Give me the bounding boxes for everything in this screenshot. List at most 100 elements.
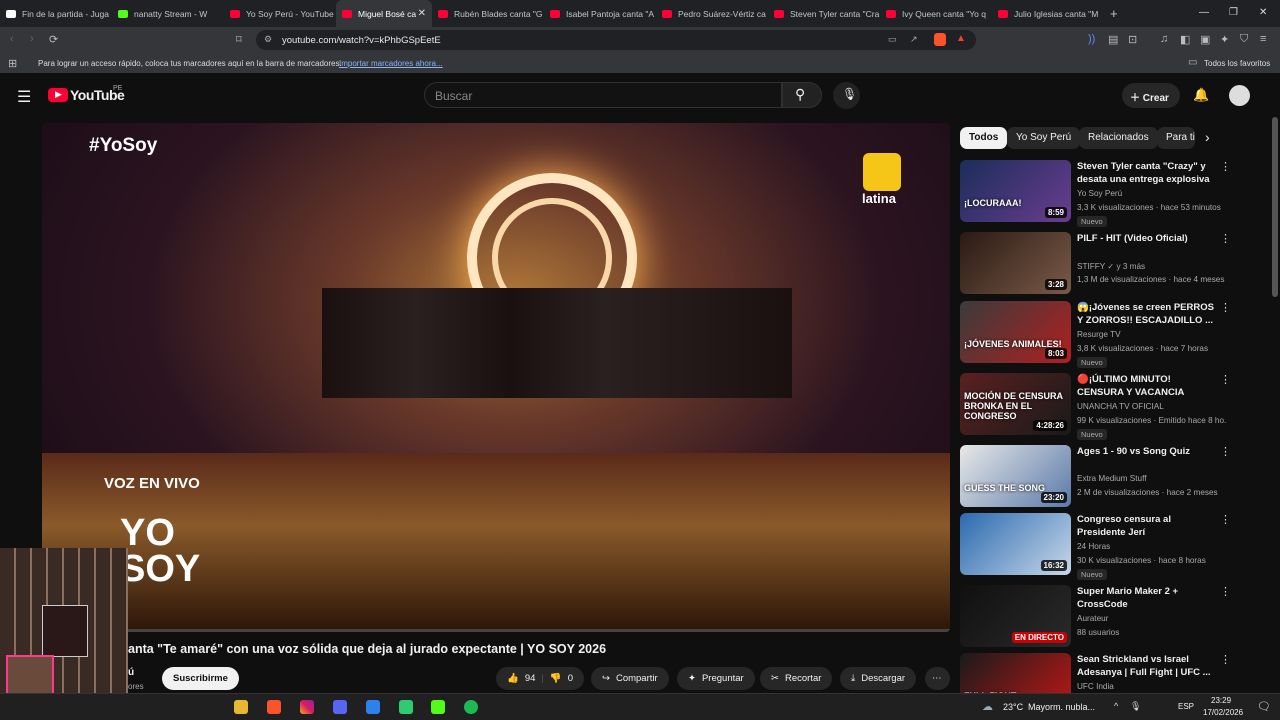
- recommendation-channel[interactable]: Aurateur: [1077, 614, 1108, 623]
- kebab-menu-icon[interactable]: ⋮: [1220, 160, 1231, 173]
- recommendation-item[interactable]: EN DIRECTO Super Mario Maker 2 + CrossCod…: [960, 585, 1270, 651]
- chip-relacionados[interactable]: Relacionados: [1079, 127, 1158, 149]
- progress-bar[interactable]: [42, 629, 950, 632]
- file-explorer-icon[interactable]: [234, 700, 248, 714]
- browser-tab[interactable]: Fin de la partida - Juga: [0, 0, 112, 27]
- maximize-icon[interactable]: ❐: [1229, 7, 1238, 18]
- chip-yo-soy-peru[interactable]: Yo Soy Perú: [1007, 127, 1081, 149]
- dislike-icon[interactable]: 👎: [550, 673, 562, 684]
- kick-icon[interactable]: [431, 700, 445, 714]
- recommendation-item[interactable]: 3:28 PILF - HIT (Video Oficial) STIFFY ✓ y…: [960, 232, 1270, 298]
- recommendation-channel[interactable]: STIFFY ✓ y 3 más: [1077, 261, 1145, 271]
- apps-grid-icon[interactable]: ⊞: [8, 57, 17, 70]
- more-actions-button[interactable]: ⋯: [925, 667, 950, 690]
- address-bar[interactable]: ⚙ youtube.com/watch?v=kPhbGSpEetE ▭ ↗ ▲: [256, 30, 976, 50]
- recommendation-item[interactable]: GUESS THE SONG 23:20 Ages 1 - 90 vs Song Q…: [960, 445, 1270, 511]
- recommendation-title[interactable]: PILF - HIT (Video Oficial): [1077, 232, 1217, 245]
- recommendation-title[interactable]: Congreso censura al Presidente Jerí: [1077, 513, 1217, 539]
- hamburger-icon[interactable]: ☰: [17, 87, 31, 107]
- weather-text[interactable]: Mayorm. nubla...: [1028, 702, 1095, 712]
- recommendation-thumbnail[interactable]: ¡LOCURAAA! 8:59: [960, 160, 1071, 222]
- recommendation-item[interactable]: ¡LOCURAAA! 8:59 Steven Tyler canta "Crazy"…: [960, 160, 1270, 227]
- search-button[interactable]: ⚲: [782, 82, 822, 108]
- recommendation-item[interactable]: MOCIÓN DE CENSURA BRONKA EN EL CONGRESO 4…: [960, 373, 1270, 440]
- reload-icon[interactable]: ⟳: [49, 33, 58, 46]
- instagram-icon[interactable]: [300, 700, 314, 714]
- browser-tab[interactable]: Ivy Queen canta "Yo q: [880, 0, 992, 27]
- chip-todos[interactable]: Todos: [960, 127, 1008, 149]
- video-player[interactable]: #YoSoy latina VOZ EN VIVO YO SOY: [42, 123, 950, 632]
- recommendation-thumbnail[interactable]: EN DIRECTO: [960, 585, 1071, 647]
- avatar[interactable]: [1229, 85, 1250, 106]
- sidebar-icon[interactable]: ◧: [1180, 33, 1190, 46]
- bookmark-icon[interactable]: ⌑: [236, 33, 242, 46]
- recommendation-title[interactable]: Sean Strickland vs Israel Adesanya | Ful…: [1077, 653, 1217, 679]
- screenshot-icon[interactable]: ⊡: [1128, 33, 1137, 46]
- kebab-menu-icon[interactable]: ⋮: [1220, 653, 1231, 666]
- kebab-menu-icon[interactable]: ⋮: [1220, 585, 1231, 598]
- reader-icon[interactable]: ▤: [1108, 33, 1118, 46]
- kebab-menu-icon[interactable]: ⋮: [1220, 513, 1231, 526]
- clock-date[interactable]: 17/02/2026: [1203, 708, 1243, 717]
- back-icon[interactable]: ‹: [10, 33, 14, 45]
- close-window-icon[interactable]: ✕: [1259, 7, 1267, 18]
- recommendation-item[interactable]: 16:32 Congreso censura al Presidente Jerí…: [960, 513, 1270, 580]
- chip-para-ti[interactable]: Para ti: [1157, 127, 1195, 149]
- music-icon[interactable]: ♫: [1160, 33, 1168, 45]
- recommendation-thumbnail[interactable]: GUESS THE SONG 23:20: [960, 445, 1071, 507]
- ask-button[interactable]: ✦ Preguntar: [677, 667, 755, 690]
- channel-name[interactable]: ú: [128, 667, 134, 678]
- browser-tab[interactable]: Rubén Blades canta "G: [432, 0, 544, 27]
- browser-tab[interactable]: Steven Tyler canta "Cra: [768, 0, 880, 27]
- share-button[interactable]: ↪ Compartir: [591, 667, 669, 690]
- recommendation-thumbnail[interactable]: 16:32: [960, 513, 1071, 575]
- voice-search-button[interactable]: 🎙: [833, 82, 860, 109]
- spotify-icon[interactable]: [464, 700, 478, 714]
- recommendation-channel[interactable]: Resurge TV: [1077, 330, 1121, 339]
- discord-icon[interactable]: [333, 700, 347, 714]
- recommendation-title[interactable]: 😱¡Jóvenes se creen PERROS Y ZORROS!! ESC…: [1077, 301, 1217, 327]
- browser-tab[interactable]: Miguel Bosé ca ✕: [336, 0, 432, 27]
- kebab-menu-icon[interactable]: ⋮: [1220, 301, 1231, 314]
- kebab-menu-icon[interactable]: ⋮: [1220, 373, 1231, 386]
- import-bookmarks-link[interactable]: Importar marcadores ahora...: [339, 59, 443, 68]
- browser-tab[interactable]: nanatty Stream - W: [112, 0, 224, 27]
- notification-center-icon[interactable]: 🗨: [1257, 700, 1271, 713]
- menu-icon[interactable]: ≡: [1260, 33, 1266, 45]
- search-input[interactable]: Buscar: [424, 82, 782, 108]
- browser-tab[interactable]: Pedro Suárez-Vértiz ca: [656, 0, 768, 27]
- language-indicator[interactable]: ESP: [1178, 702, 1194, 711]
- notifications-icon[interactable]: 🔔: [1193, 87, 1209, 103]
- forward-icon[interactable]: ›: [30, 33, 34, 45]
- mic-tray-icon[interactable]: 🎙: [1130, 701, 1141, 712]
- new-tab-button[interactable]: +: [1104, 0, 1124, 27]
- rewards-icon[interactable]: ▲: [956, 33, 966, 44]
- browser-tab[interactable]: Yo Soy Perú - YouTube: [224, 0, 336, 27]
- clock-time[interactable]: 23:29: [1211, 696, 1231, 705]
- minimize-icon[interactable]: —: [1199, 7, 1209, 18]
- kebab-menu-icon[interactable]: ⋮: [1220, 445, 1231, 458]
- tray-chevron-icon[interactable]: ^: [1114, 701, 1118, 711]
- cast-icon[interactable]: ▭: [888, 34, 897, 45]
- weather-temp[interactable]: 23°C: [1003, 702, 1023, 712]
- recommendation-channel[interactable]: UNANCHA TV OFICIAL: [1077, 402, 1164, 411]
- create-button[interactable]: ＋ Crear: [1122, 83, 1180, 108]
- recommendation-item[interactable]: ¡JÓVENES ANIMALES! 8:03 😱¡Jóvenes se creen…: [960, 301, 1270, 368]
- recommendation-title[interactable]: Steven Tyler canta "Crazy" y desata una …: [1077, 160, 1217, 187]
- recommendation-title[interactable]: 🔴¡ÚLTIMO MINUTO! CENSURA Y VACANCIA CONT…: [1077, 373, 1217, 400]
- subscribe-button[interactable]: Suscribirme: [162, 667, 239, 690]
- vpn-icon[interactable]: ⛉: [1240, 33, 1248, 46]
- recommendation-thumbnail[interactable]: ¡JÓVENES ANIMALES! 8:03: [960, 301, 1071, 363]
- download-button[interactable]: ⤓ Descargar: [840, 667, 917, 690]
- kebab-menu-icon[interactable]: ⋮: [1220, 232, 1231, 245]
- recommendation-thumbnail[interactable]: MOCIÓN DE CENSURA BRONKA EN EL CONGRESO 4…: [960, 373, 1071, 435]
- recommendation-title[interactable]: Super Mario Maker 2 + CrossCode: [1077, 585, 1217, 611]
- brave-shield-icon[interactable]: [934, 33, 946, 46]
- recommendation-channel[interactable]: 24 Horas: [1077, 542, 1110, 551]
- recommendation-channel[interactable]: UFC India: [1077, 682, 1114, 691]
- brave-icon[interactable]: [267, 700, 281, 714]
- all-favorites[interactable]: Todos los favoritos: [1204, 59, 1270, 68]
- close-tab-icon[interactable]: ✕: [418, 8, 426, 19]
- browser-tab[interactable]: Julio Iglesias canta "M: [992, 0, 1104, 27]
- page-scrollbar[interactable]: [1272, 117, 1278, 297]
